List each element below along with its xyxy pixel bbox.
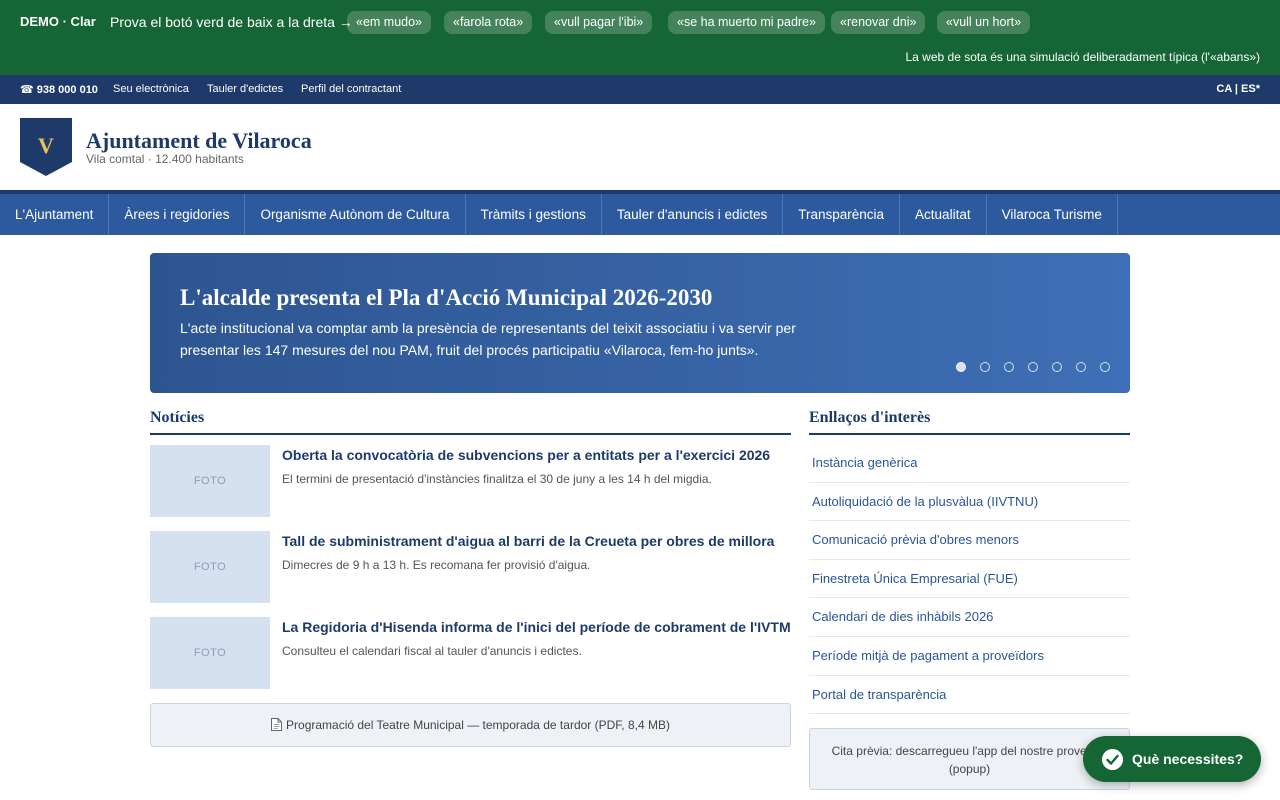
phone-number[interactable]: ☎ 938 000 010 <box>20 83 98 96</box>
utility-bar: ☎ 938 000 010 Seu electrònica Tauler d'e… <box>0 75 1280 104</box>
news-title[interactable]: La Regidoria d'Hisenda informa de l'inic… <box>282 619 791 635</box>
pdf-download-link[interactable]: Programació del Teatre Municipal — tempo… <box>150 703 791 747</box>
site-header: V Ajuntament de Vilaroca Vila comtal · 1… <box>0 104 1280 190</box>
link-item[interactable]: Finestreta Única Empresarial (FUE) <box>809 560 1130 599</box>
nav-item-transparencia[interactable]: Transparència <box>783 194 901 235</box>
language-switcher[interactable]: CA | ES* <box>1216 83 1260 95</box>
check-icon <box>1102 749 1123 770</box>
hero-carousel[interactable]: L'alcalde presenta el Pla d'Acció Munici… <box>150 253 1130 393</box>
carousel-dot-6[interactable] <box>1076 362 1086 372</box>
nav-item-turisme[interactable]: Vilaroca Turisme <box>987 194 1118 235</box>
demo-chip[interactable]: «se ha muerto mi padre» <box>668 11 825 34</box>
carousel-dots <box>956 362 1110 372</box>
nav-item-tauler[interactable]: Tauler d'anuncis i edictes <box>602 194 784 235</box>
carousel-dot-3[interactable] <box>1004 362 1014 372</box>
link-item[interactable]: Instància genèrica <box>809 444 1130 483</box>
carousel-dot-7[interactable] <box>1100 362 1110 372</box>
news-description: Dimecres de 9 h a 13 h. Es recomana fer … <box>282 558 591 572</box>
demo-chip[interactable]: «vull pagar l'ibi» <box>545 11 653 34</box>
cta-label: Què necessites? <box>1132 751 1244 767</box>
demo-prompt: Prova el botó verd de baix a la dreta → <box>110 14 353 30</box>
link-item[interactable]: Calendari de dies inhàbils 2026 <box>809 598 1130 637</box>
news-photo-placeholder: FOTO <box>150 617 270 689</box>
link-item[interactable]: Comunicació prèvia d'obres menors <box>809 521 1130 560</box>
town-subtitle: Vila comtal · 12.400 habitants <box>86 152 244 166</box>
document-icon <box>271 718 283 731</box>
nav-item-arees[interactable]: Àrees i regidories <box>109 194 246 235</box>
carousel-dot-4[interactable] <box>1028 362 1038 372</box>
hero-text: L'acte institucional va comptar amb la p… <box>180 320 796 358</box>
nav-item-cultura[interactable]: Organisme Autònom de Cultura <box>245 194 466 235</box>
news-item[interactable]: FOTO La Regidoria d'Hisenda informa de l… <box>150 617 791 689</box>
demo-chip[interactable]: «em mudo» <box>347 11 432 34</box>
demo-chip[interactable]: «renovar dni» <box>831 11 926 34</box>
nav-item-tramits[interactable]: Tràmits i gestions <box>466 194 602 235</box>
hero-title[interactable]: L'alcalde presenta el Pla d'Acció Munici… <box>180 285 712 311</box>
town-shield-logo[interactable]: V <box>20 118 72 176</box>
demo-note: La web de sota és una simulació delibera… <box>905 50 1260 64</box>
news-title[interactable]: Tall de subministrament d'aigua al barri… <box>282 533 774 549</box>
nav-item-actualitat[interactable]: Actualitat <box>900 194 987 235</box>
main-nav: L'Ajuntament Àrees i regidories Organism… <box>0 190 1280 235</box>
carousel-dot-2[interactable] <box>980 362 990 372</box>
demo-chip[interactable]: «vull un hort» <box>937 11 1031 34</box>
what-do-you-need-button[interactable]: Què necessites? <box>1083 736 1261 782</box>
appointment-popup-notice[interactable]: Cita prèvia: descarregueu l'app del nost… <box>809 728 1130 790</box>
demo-banner: DEMO · Clar Prova el botó verd de baix a… <box>0 0 1280 75</box>
link-item[interactable]: Període mitjà de pagament a proveïdors <box>809 637 1130 676</box>
topbar-link-contractant[interactable]: Perfil del contractant <box>301 83 401 95</box>
link-item[interactable]: Portal de transparència <box>809 676 1130 715</box>
demo-brand: DEMO · Clar <box>20 14 96 29</box>
news-title[interactable]: Oberta la convocatòria de subvencions pe… <box>282 447 770 463</box>
links-list: Instància genèrica Autoliquidació de la … <box>809 444 1130 715</box>
topbar-link-seu[interactable]: Seu electrònica <box>113 83 189 95</box>
news-item[interactable]: FOTO Tall de subministrament d'aigua al … <box>150 531 791 603</box>
topbar-link-edictes[interactable]: Tauler d'edictes <box>207 83 283 95</box>
news-photo-placeholder: FOTO <box>150 445 270 517</box>
news-description: Consulteu el calendari fiscal al tauler … <box>282 644 582 658</box>
news-heading: Notícies <box>150 409 791 435</box>
carousel-dot-1[interactable] <box>956 362 966 372</box>
town-name[interactable]: Ajuntament de Vilaroca <box>86 128 312 154</box>
news-item[interactable]: FOTO Oberta la convocatòria de subvencio… <box>150 445 791 517</box>
pdf-download-label: Programació del Teatre Municipal — tempo… <box>286 718 670 732</box>
demo-chip[interactable]: «farola rota» <box>444 11 533 34</box>
nav-item-ajuntament[interactable]: L'Ajuntament <box>0 194 110 235</box>
link-item[interactable]: Autoliquidació de la plusvàlua (IIVTNU) <box>809 483 1130 522</box>
carousel-dot-5[interactable] <box>1052 362 1062 372</box>
shield-letter: V <box>38 133 54 158</box>
links-heading: Enllaços d'interès <box>809 409 1130 435</box>
news-description: El termini de presentació d'instàncies f… <box>282 472 712 486</box>
news-photo-placeholder: FOTO <box>150 531 270 603</box>
